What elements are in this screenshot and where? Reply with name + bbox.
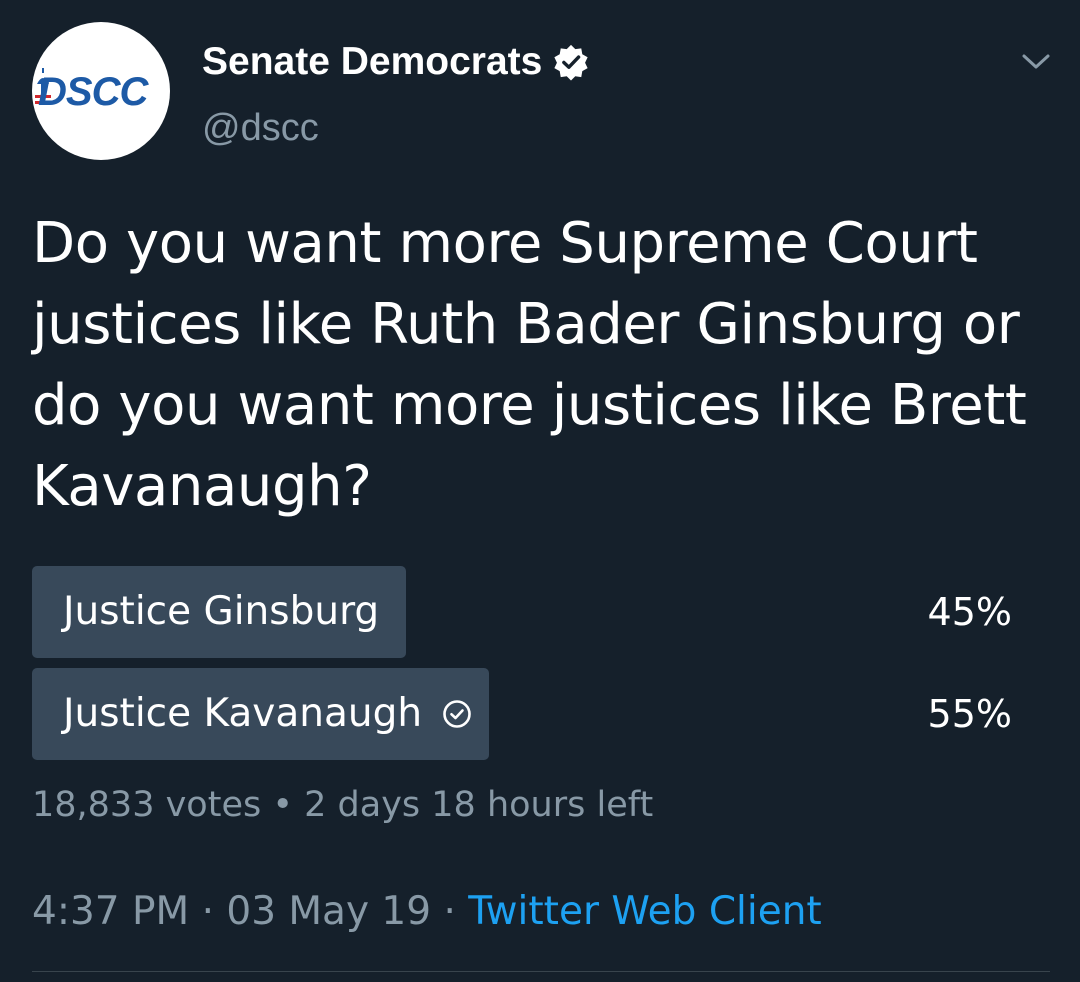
poll-meta-separator: • (272, 785, 294, 825)
tweet-text: Do you want more Supreme Court justices … (32, 211, 1027, 519)
poll-option-label-text: Justice Kavanaugh (63, 691, 423, 736)
footer-separator: · (443, 889, 456, 934)
tweet-date[interactable]: 03 May 19 (226, 889, 431, 934)
verified-badge-icon (552, 43, 590, 81)
poll-option-kavanaugh: Justice Kavanaugh 55% (32, 668, 1032, 760)
display-name-text: Senate Democrats (202, 40, 543, 83)
tweet-timestamp: 4:37 PM · 03 May 19 · Twitter Web Client (32, 886, 822, 938)
poll-option-label-text: Justice Ginsburg (63, 589, 380, 634)
footer-separator: · (201, 889, 214, 934)
poll-option-percent: 55% (927, 692, 1012, 736)
tweet-time[interactable]: 4:37 PM (32, 889, 189, 934)
tweet-source-link[interactable]: Twitter Web Client (468, 889, 821, 934)
poll-time-left: 2 days 18 hours left (304, 785, 654, 825)
poll-meta: 18,833 votes • 2 days 18 hours left (32, 782, 653, 828)
poll-option-label: Justice Ginsburg (63, 566, 379, 658)
display-name[interactable]: Senate Democrats (202, 38, 590, 86)
chevron-down-icon[interactable] (1018, 46, 1054, 76)
avatar[interactable]: DSCC (32, 22, 170, 160)
poll-option-ginsburg: Justice Ginsburg 45% (32, 566, 1032, 658)
avatar-logo-text: DSCC (38, 70, 149, 114)
divider (32, 971, 1050, 972)
poll-votes: 18,833 votes (32, 785, 262, 825)
author-handle[interactable]: @dscc (202, 104, 319, 152)
dscc-logo: DSCC (35, 68, 150, 114)
poll-option-percent: 45% (927, 590, 1012, 634)
poll-option-label: Justice Kavanaugh (63, 668, 472, 760)
check-circle-icon (442, 699, 472, 729)
